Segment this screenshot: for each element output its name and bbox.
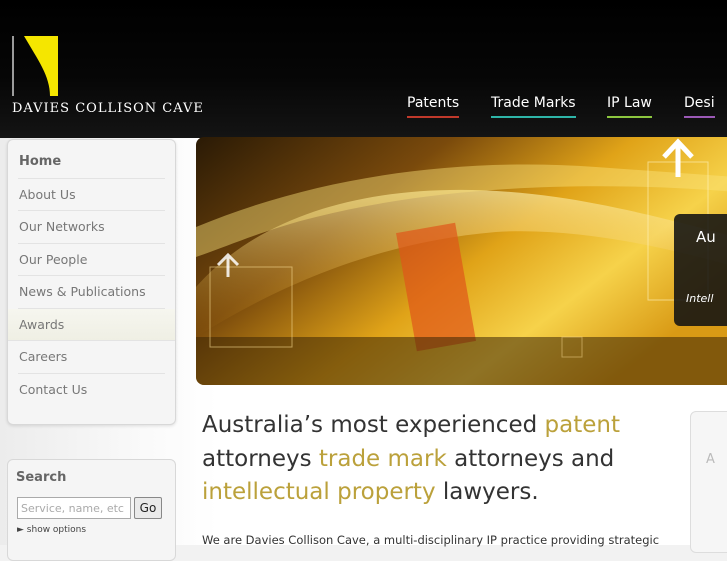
banner-subtitle: Intell <box>686 292 714 305</box>
banner-title: Au <box>696 228 716 246</box>
hero-banner-image <box>196 137 727 385</box>
company-name[interactable]: DAVIES COLLISON CAVE <box>12 101 204 116</box>
sidebar-item-contact-us[interactable]: Contact Us <box>18 374 165 407</box>
sidebar-item-home[interactable]: Home <box>18 146 165 179</box>
nav-patents[interactable]: Patents <box>407 95 460 118</box>
company-logo[interactable] <box>12 36 62 96</box>
sidebar-item-our-networks[interactable]: Our Networks <box>18 211 165 244</box>
right-panel-letter: A <box>706 452 715 467</box>
triangle-right-icon: ► <box>17 525 24 535</box>
headline-text: Australia’s most experienced <box>202 412 545 438</box>
nav-ip-law[interactable]: IP Law <box>607 95 652 118</box>
sidebar-item-about-us[interactable]: About Us <box>18 179 165 211</box>
headline-text: lawyers. <box>435 479 539 505</box>
sidebar-item-news-publications[interactable]: News & Publications <box>18 276 165 309</box>
headline-link-intellectual-property[interactable]: intellectual property <box>202 479 436 505</box>
sidebar-item-awards[interactable]: Awards <box>8 308 175 341</box>
headline-link-patent[interactable]: patent <box>545 412 620 438</box>
search-input[interactable] <box>17 497 131 519</box>
search-go-button[interactable]: Go <box>134 497 162 519</box>
page-headline: Australia’s most experienced patent atto… <box>202 409 662 510</box>
sidebar-menu: Home About Us Our Networks Our People Ne… <box>7 139 176 425</box>
sidebar-item-our-people[interactable]: Our People <box>18 244 165 276</box>
headline-text: attorneys and <box>446 445 615 472</box>
show-options-link[interactable]: ► show options <box>17 525 86 535</box>
nav-designs[interactable]: Desi <box>684 95 715 118</box>
headline-text: attorneys <box>202 445 319 472</box>
right-panel <box>690 411 727 553</box>
search-title: Search <box>16 470 67 485</box>
nav-trade-marks[interactable]: Trade Marks <box>491 95 576 118</box>
sidebar-item-careers[interactable]: Careers <box>18 341 165 374</box>
show-options-label: show options <box>26 525 87 535</box>
headline-link-trade-mark[interactable]: trade mark <box>319 446 447 472</box>
